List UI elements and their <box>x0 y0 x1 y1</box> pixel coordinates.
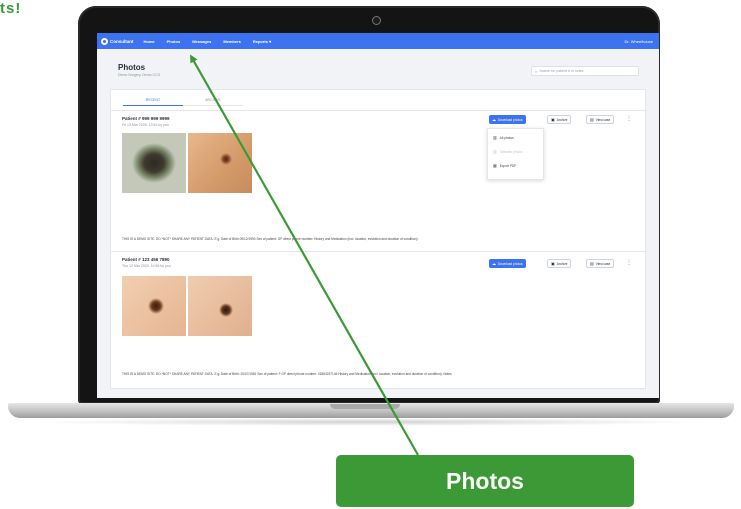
nav-photos[interactable]: Photos <box>167 39 181 44</box>
app-logo[interactable]: Consultant <box>101 37 134 45</box>
photo-thumbnail[interactable] <box>188 276 252 336</box>
cloud-download-icon: ☁ <box>492 117 496 122</box>
tab-bar: RECENT ARCHIVE <box>123 98 243 106</box>
divider <box>111 251 647 252</box>
download-photos-label: Download photos <box>498 261 523 266</box>
search-icon: ⌕ <box>535 68 538 74</box>
top-navbar: Consultant Home Photos Messages Members … <box>97 33 659 49</box>
divider <box>111 110 647 111</box>
archive-label: Archive <box>556 261 568 266</box>
patient-id[interactable]: Patient # 999 999 9999 <box>122 116 170 121</box>
download-photos-button[interactable]: ☁ Download photos <box>489 115 526 124</box>
dropdown-all-photos[interactable]: ▥ All photos <box>493 135 514 140</box>
cloud-download-icon: ☁ <box>492 261 496 266</box>
view-case-button[interactable]: ▤ View case <box>586 115 615 124</box>
nav-home[interactable]: Home <box>144 39 155 44</box>
laptop-screen: Consultant Home Photos Messages Members … <box>97 33 659 398</box>
tab-recent[interactable]: RECENT <box>123 98 183 106</box>
photo-icon: ▥ <box>493 149 497 154</box>
view-icon: ▤ <box>590 261 594 266</box>
archive-icon: ▣ <box>551 117 555 122</box>
download-photos-label: Download photos <box>498 117 523 122</box>
dropdown-selected-photos-label: Selected photos <box>499 149 523 154</box>
camera-icon <box>372 16 381 25</box>
view-case-label: View case <box>595 261 611 266</box>
photo-thumbnail[interactable] <box>122 276 186 336</box>
tab-archive[interactable]: ARCHIVE <box>183 98 243 106</box>
archive-icon: ▣ <box>551 261 555 266</box>
photo-thumbnail[interactable] <box>188 133 252 193</box>
search-placeholder: Search for patient # or notes <box>539 69 584 73</box>
view-icon: ▤ <box>590 117 594 122</box>
laptop-shadow <box>30 418 710 426</box>
view-case-button[interactable]: ▤ View case <box>586 259 615 268</box>
photos-icon: ▥ <box>493 135 497 140</box>
photos-panel: RECENT ARCHIVE Patient # 999 999 9999 Fr… <box>110 89 647 389</box>
dropdown-export-pdf[interactable]: ▦ Export PDF <box>493 163 516 168</box>
page-subtitle: Demo Surgery, Demo CCG <box>118 73 161 77</box>
photo-date: Thu 12 Mar 2020, 10:59 by you <box>122 264 171 268</box>
more-options-icon[interactable]: ⋮ <box>626 115 632 122</box>
logo-mark-icon <box>101 37 108 45</box>
more-options-icon[interactable]: ⋮ <box>626 259 632 266</box>
nav-reports[interactable]: Reports ▾ <box>253 39 271 44</box>
photo-date: Fri 13 Mar 2020, 12:51 by you <box>122 123 169 127</box>
laptop-notch <box>330 404 400 409</box>
case-notes: THIS IS A DEMO SITE. DO *NOT* SHARE ANY … <box>122 237 419 241</box>
archive-button[interactable]: ▣ Archive <box>547 115 572 124</box>
search-input[interactable]: ⌕ Search for patient # or notes <box>531 66 639 76</box>
corner-label: ts! <box>0 0 22 17</box>
view-case-label: View case <box>595 117 611 122</box>
archive-label: Archive <box>556 117 568 122</box>
download-dropdown-menu: ▥ All photos ▥ Selected photos ▦ Export … <box>487 128 544 180</box>
user-menu[interactable]: Dr. Wheelhouse <box>625 39 653 44</box>
callout-label: Photos <box>336 455 634 507</box>
logo-text: Consultant <box>110 38 134 44</box>
photo-thumbnail[interactable] <box>122 133 186 193</box>
nav-members[interactable]: Members <box>223 39 241 44</box>
nav-messages[interactable]: Messages <box>192 39 211 44</box>
case-notes: THIS IS A DEMO SITE. DO *NOT* SHARE ANY … <box>122 372 452 376</box>
dropdown-export-pdf-label: Export PDF <box>499 163 517 168</box>
dropdown-all-photos-label: All photos <box>499 135 514 140</box>
pdf-icon: ▦ <box>493 163 497 168</box>
patient-id[interactable]: Patient # 123 456 7890 <box>122 257 170 262</box>
archive-button[interactable]: ▣ Archive <box>547 259 572 268</box>
dropdown-selected-photos[interactable]: ▥ Selected photos <box>493 149 523 154</box>
download-photos-button[interactable]: ☁ Download photos <box>489 259 526 268</box>
page-title: Photos <box>118 63 146 72</box>
